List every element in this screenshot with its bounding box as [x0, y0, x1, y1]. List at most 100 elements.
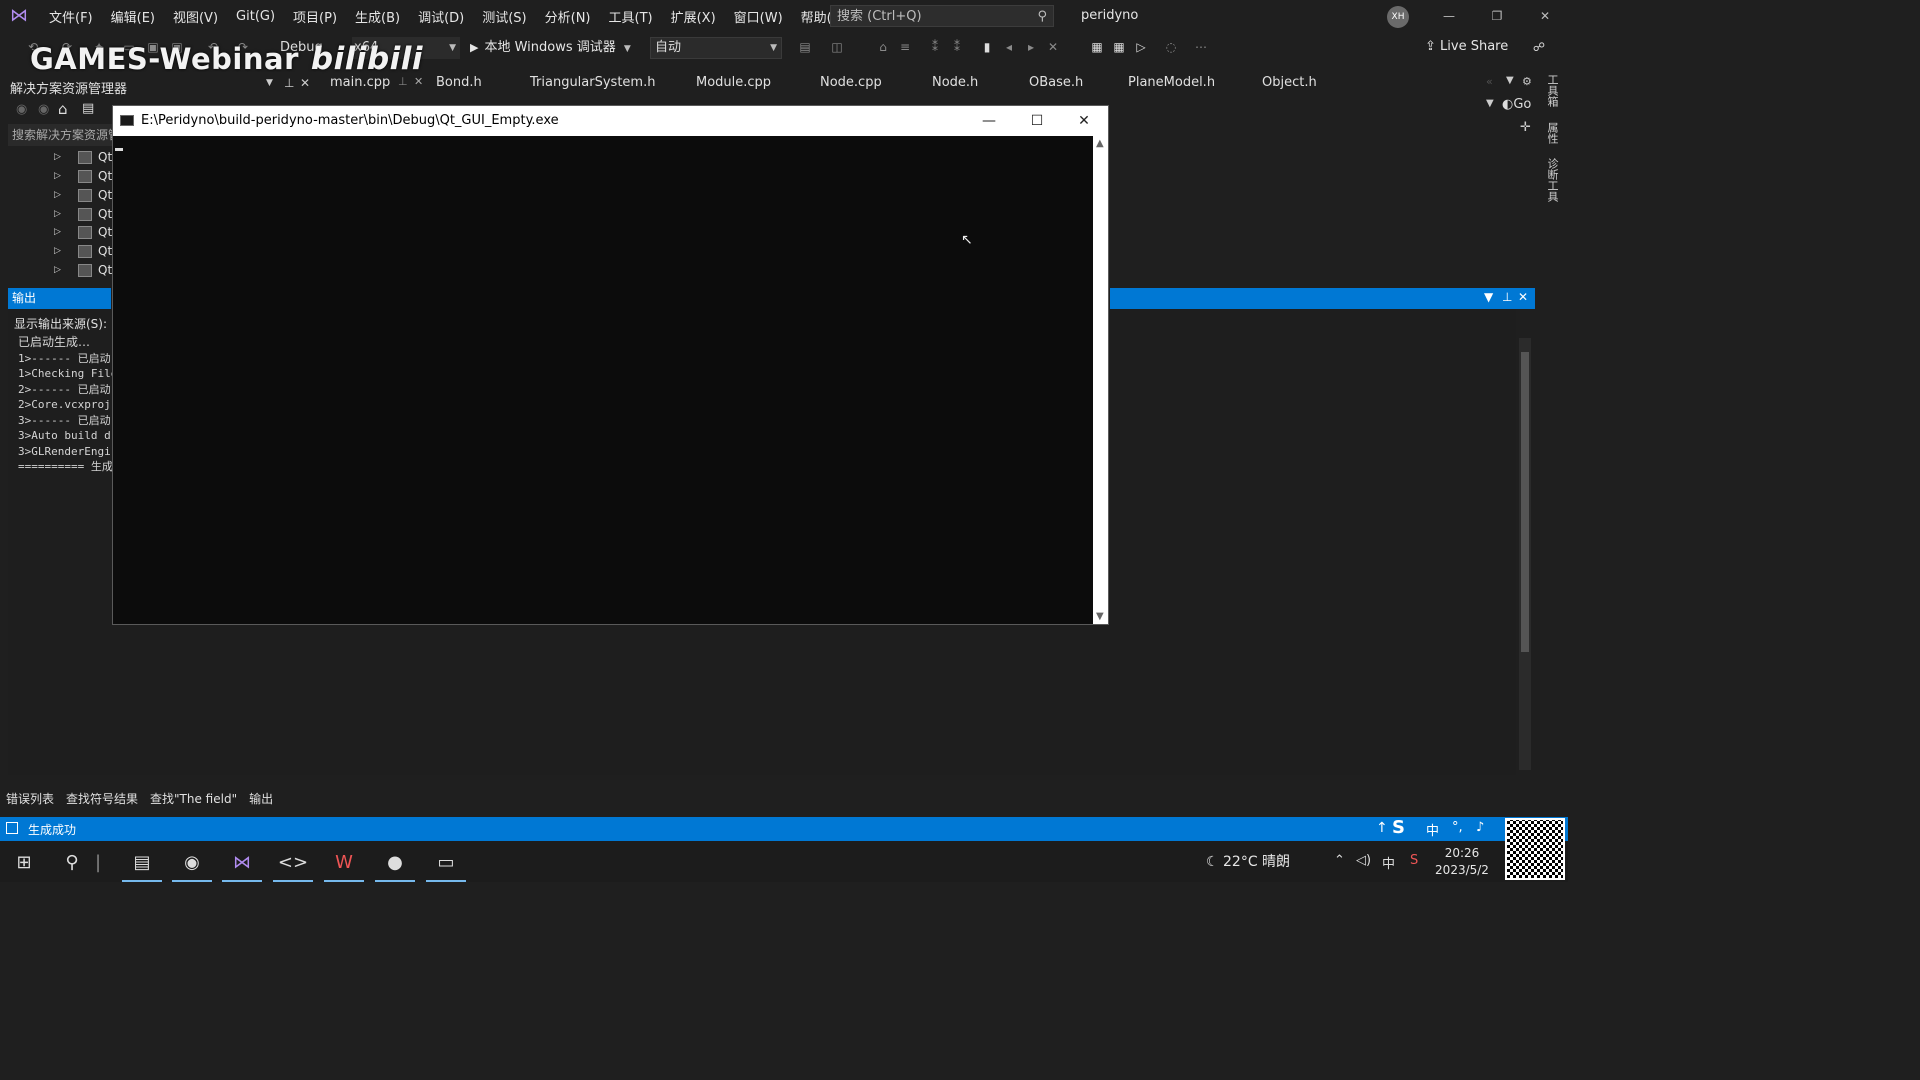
output-scrollbar[interactable]: [1519, 338, 1531, 770]
close-icon[interactable]: ✕: [414, 75, 423, 88]
split-icon[interactable]: ✛: [1520, 120, 1531, 135]
menu-build[interactable]: 生成(B): [346, 7, 409, 26]
clear-bookmark-icon[interactable]: ✕: [1046, 40, 1060, 54]
app-icon[interactable]: ●: [375, 847, 415, 882]
menu-file[interactable]: 文件(F): [40, 7, 102, 26]
format-icon[interactable]: ≡: [898, 40, 912, 54]
build-icon[interactable]: ▦: [1090, 40, 1104, 54]
expand-icon[interactable]: ▷: [54, 227, 68, 237]
tab-bond-h[interactable]: Bond.h: [436, 75, 482, 90]
tab-node-h[interactable]: Node.h: [932, 75, 978, 90]
minimize-icon[interactable]: —: [966, 106, 1012, 136]
scrollbar-thumb[interactable]: [1521, 352, 1529, 652]
avatar[interactable]: XH: [1387, 6, 1409, 28]
tab-error-list[interactable]: 错误列表: [0, 789, 60, 811]
sogou-tray-icon[interactable]: S: [1410, 853, 1418, 868]
pin-icon[interactable]: ⊥: [1502, 290, 1512, 304]
file-explorer-icon[interactable]: ▤: [122, 847, 162, 882]
close-icon[interactable]: ✕: [1535, 6, 1555, 26]
close-icon[interactable]: ✕: [1518, 290, 1528, 304]
next-bookmark-icon[interactable]: ▸: [1024, 40, 1038, 54]
screenshot-icon[interactable]: ◫: [830, 40, 844, 54]
pin-icon[interactable]: ⌂: [876, 40, 890, 54]
menu-test[interactable]: 测试(S): [473, 7, 535, 26]
visual-studio-logo-icon[interactable]: ⋈: [10, 6, 32, 26]
tree-item[interactable]: ▷ Qt: [54, 167, 112, 185]
console-scrollbar[interactable]: ▲ ▼: [1093, 136, 1108, 624]
expand-icon[interactable]: ▷: [54, 265, 68, 275]
tab-object-h[interactable]: Object.h: [1262, 75, 1317, 90]
expand-icon[interactable]: ▷: [54, 209, 68, 219]
go-button[interactable]: ◐Go: [1502, 97, 1531, 112]
clock[interactable]: 20:26 2023/5/2: [1432, 845, 1492, 879]
tab-planemodel-h[interactable]: PlaneModel.h: [1128, 75, 1215, 90]
menu-window[interactable]: 窗口(W): [725, 7, 792, 26]
tab-triangularsystem-h[interactable]: TriangularSystem.h: [530, 75, 655, 90]
terminal-icon[interactable]: ▭: [426, 847, 466, 882]
tree-item[interactable]: ▷ Qt: [54, 148, 112, 166]
comment-icon[interactable]: ⁑: [928, 40, 942, 54]
bookmark-icon[interactable]: ▮: [980, 40, 994, 54]
home-icon[interactable]: ⌂: [58, 100, 68, 118]
live-share-button[interactable]: ⇪ Live Share: [1425, 39, 1508, 54]
close-icon[interactable]: ✕: [1061, 106, 1107, 136]
menu-project[interactable]: 项目(P): [284, 7, 346, 26]
prev-bookmark-icon[interactable]: ◂: [1002, 40, 1016, 54]
minimize-icon[interactable]: —: [1439, 6, 1459, 26]
chevron-up-icon[interactable]: ⌃: [1334, 853, 1345, 868]
weather-widget[interactable]: ☾ 22°C 晴朗: [1206, 851, 1290, 871]
sogou-ime-icon[interactable]: S: [1392, 817, 1405, 838]
more-icon[interactable]: ⋯: [1194, 40, 1208, 54]
switch-view-icon[interactable]: ▤: [82, 101, 94, 116]
tree-item[interactable]: ▷ Qt: [54, 205, 112, 223]
uncomment-icon[interactable]: ⁑: [950, 40, 964, 54]
menu-analyze[interactable]: 分析(N): [536, 7, 600, 26]
expand-icon[interactable]: ▷: [54, 246, 68, 256]
expand-icon[interactable]: ▷: [54, 171, 68, 181]
menu-view[interactable]: 视图(V): [164, 7, 227, 26]
tree-item[interactable]: ▷ Qt: [54, 223, 112, 241]
browse-icon[interactable]: ▤: [798, 40, 812, 54]
ime-mode[interactable]: 中: [1426, 820, 1439, 839]
toolbox-tab[interactable]: 工具箱: [1544, 74, 1560, 107]
menu-tools[interactable]: 工具(T): [600, 7, 662, 26]
tab-output[interactable]: 输出: [243, 789, 279, 811]
chrome-icon[interactable]: ◉: [172, 847, 212, 882]
chevron-down-icon[interactable]: ▼: [1486, 98, 1494, 109]
tree-item[interactable]: ▷ Qt: [54, 242, 112, 260]
maximize-icon[interactable]: ☐: [1014, 106, 1060, 136]
visual-studio-icon[interactable]: ⋈: [222, 847, 262, 882]
chevron-down-icon[interactable]: ▼: [1484, 290, 1493, 304]
tab-obase-h[interactable]: OBase.h: [1029, 75, 1083, 90]
attach-icon[interactable]: ◌: [1164, 40, 1178, 54]
tree-item[interactable]: ▷ Qt: [54, 261, 112, 279]
tab-find-symbol-results[interactable]: 查找符号结果: [60, 789, 144, 811]
menu-extensions[interactable]: 扩展(X): [662, 7, 725, 26]
console-title-bar[interactable]: E:\Peridyno\build-peridyno-master\bin\De…: [113, 106, 1108, 136]
diagnostic-tools-tab[interactable]: 诊断工具: [1544, 158, 1560, 202]
scroll-tabs-icon[interactable]: «: [1486, 75, 1493, 88]
chevron-down-icon[interactable]: ▼: [266, 78, 273, 88]
microphone-icon[interactable]: ♪: [1476, 820, 1484, 835]
wps-icon[interactable]: W: [324, 847, 364, 882]
run-icon[interactable]: ▷: [1134, 40, 1148, 54]
scroll-up-icon[interactable]: ▲: [1096, 138, 1104, 149]
search-input[interactable]: 搜索 (Ctrl+Q) ⚲: [830, 5, 1054, 27]
menu-debug[interactable]: 调试(D): [409, 7, 473, 26]
tab-node-cpp[interactable]: Node.cpp: [820, 75, 882, 90]
menu-edit[interactable]: 编辑(E): [102, 7, 164, 26]
start-debugging-button[interactable]: ▶ 本地 Windows 调试器 ▼: [470, 37, 631, 59]
search-icon[interactable]: ⚲: [52, 847, 92, 877]
publish-icon[interactable]: ↑: [1376, 820, 1388, 836]
forward-icon[interactable]: ◉: [38, 102, 49, 117]
punctuation-icon[interactable]: °,: [1452, 820, 1463, 835]
feedback-icon[interactable]: ☍: [1532, 40, 1546, 54]
tree-item[interactable]: ▷ Qt: [54, 186, 112, 204]
restore-icon[interactable]: ❐: [1487, 6, 1507, 26]
tab-list-icon[interactable]: ▼: [1506, 75, 1514, 86]
rebuild-icon[interactable]: ▦: [1112, 40, 1126, 54]
solution-search-input[interactable]: 搜索解决方案资源管理器: [8, 124, 112, 146]
expand-icon[interactable]: ▷: [54, 190, 68, 200]
tab-module-cpp[interactable]: Module.cpp: [696, 75, 771, 90]
properties-tab[interactable]: 属性: [1544, 122, 1560, 144]
